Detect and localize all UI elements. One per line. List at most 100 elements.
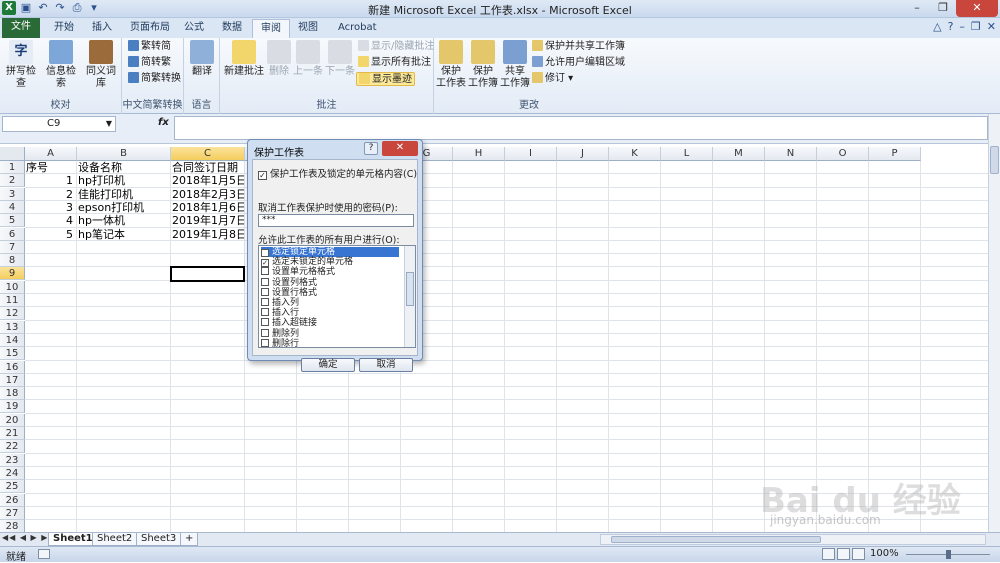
- permission-item[interactable]: 插入超链接: [261, 318, 399, 328]
- cell-c2[interactable]: 2018年1月5日: [172, 174, 244, 187]
- row-header-24[interactable]: 24: [0, 466, 25, 480]
- tab-review[interactable]: 审阅: [252, 19, 290, 38]
- permission-item[interactable]: 插入列: [261, 298, 399, 308]
- row-header-25[interactable]: 25: [0, 480, 25, 494]
- name-box-dropdown-icon[interactable]: ▼: [106, 117, 112, 131]
- column-header-h[interactable]: H: [453, 147, 505, 161]
- cell-c4[interactable]: 2018年1月6日: [172, 201, 244, 214]
- previous-comment-button[interactable]: 上一条: [292, 40, 324, 78]
- normal-view-icon[interactable]: [822, 548, 835, 560]
- workbook-close-icon[interactable]: ✕: [987, 20, 996, 33]
- permission-item[interactable]: 插入行: [261, 308, 399, 318]
- column-header-b[interactable]: B: [77, 147, 171, 161]
- row-header-7[interactable]: 7: [0, 240, 25, 254]
- row-header-2[interactable]: 2: [0, 174, 25, 188]
- protect-contents-checkbox[interactable]: ✓ 保护工作表及锁定的单元格内容(C): [258, 166, 417, 180]
- permission-checkbox[interactable]: [261, 328, 269, 337]
- cell-a1[interactable]: 序号: [26, 161, 76, 174]
- minimize-button[interactable]: –: [904, 0, 930, 17]
- sheet-tab-sheet3[interactable]: Sheet3: [136, 533, 182, 546]
- research-button[interactable]: 信息检索: [42, 40, 80, 90]
- row-header-16[interactable]: 16: [0, 360, 25, 374]
- cell-a6[interactable]: 5: [26, 228, 76, 241]
- tab-view[interactable]: 视图: [290, 19, 326, 38]
- column-header-p[interactable]: P: [869, 147, 921, 161]
- row-header-9[interactable]: 9: [0, 267, 25, 281]
- workbook-minimize-icon[interactable]: –: [959, 20, 965, 33]
- row-header-6[interactable]: 6: [0, 227, 25, 241]
- permission-item[interactable]: ✓ 选定锁定单元格: [261, 247, 399, 257]
- tab-data[interactable]: 数据: [214, 19, 250, 38]
- permission-item[interactable]: 删除行: [261, 338, 399, 347]
- row-header-12[interactable]: 12: [0, 307, 25, 321]
- row-header-5[interactable]: 5: [0, 214, 25, 228]
- permission-checkbox[interactable]: [261, 298, 269, 306]
- cell-b6[interactable]: hp笔记本: [78, 228, 170, 241]
- permission-checkbox[interactable]: ✓: [261, 259, 269, 268]
- row-header-22[interactable]: 22: [0, 440, 25, 454]
- cell-b2[interactable]: hp打印机: [78, 174, 170, 187]
- column-header-c[interactable]: C: [171, 147, 245, 161]
- horizontal-scroll-thumb[interactable]: [611, 536, 821, 543]
- share-workbook-button[interactable]: 共享 工作簿: [500, 40, 530, 90]
- select-all-corner[interactable]: [0, 147, 25, 161]
- page-layout-view-icon[interactable]: [837, 548, 850, 560]
- row-header-14[interactable]: 14: [0, 333, 25, 347]
- column-header-n[interactable]: N: [765, 147, 817, 161]
- permissions-scroll-thumb[interactable]: [406, 272, 414, 306]
- password-input[interactable]: ***: [258, 214, 414, 227]
- macro-record-icon[interactable]: [38, 549, 50, 559]
- restore-button[interactable]: ❐: [930, 0, 956, 17]
- permission-item[interactable]: 删除列: [261, 328, 399, 339]
- tab-page-layout[interactable]: 页面布局: [122, 19, 178, 38]
- cell-a2[interactable]: 1: [26, 174, 76, 187]
- row-header-19[interactable]: 19: [0, 400, 25, 414]
- insert-sheet-icon[interactable]: +: [180, 533, 199, 546]
- permission-checkbox[interactable]: [261, 267, 269, 276]
- next-comment-button[interactable]: 下一条: [324, 40, 356, 78]
- new-comment-button[interactable]: 新建批注: [222, 40, 266, 78]
- row-header-8[interactable]: 8: [0, 254, 25, 268]
- workbook-restore-icon[interactable]: ❐: [971, 20, 981, 33]
- column-header-i[interactable]: I: [505, 147, 557, 161]
- ok-button[interactable]: 确定: [301, 358, 355, 372]
- page-break-view-icon[interactable]: [852, 548, 865, 560]
- show-ink-button[interactable]: 显示墨迹: [356, 72, 415, 86]
- tab-home[interactable]: 开始: [46, 19, 82, 38]
- permission-checkbox[interactable]: ✓: [261, 249, 269, 257]
- protect-contents-check-icon[interactable]: ✓: [258, 171, 267, 180]
- tab-insert[interactable]: 插入: [84, 19, 120, 38]
- help-icon[interactable]: ?: [948, 20, 954, 33]
- cell-b4[interactable]: epson打印机: [78, 201, 170, 214]
- protect-share-workbook-button[interactable]: 保护并共享工作簿: [532, 40, 625, 54]
- horizontal-scrollbar[interactable]: [600, 534, 986, 545]
- row-header-18[interactable]: 18: [0, 387, 25, 401]
- show-hide-comment-button[interactable]: 显示/隐藏批注: [358, 40, 434, 54]
- column-header-k[interactable]: K: [609, 147, 661, 161]
- cell-c1[interactable]: 合同签订日期: [172, 161, 244, 174]
- dialog-close-button[interactable]: ✕: [382, 141, 418, 156]
- permissions-scrollbar[interactable]: [404, 246, 415, 347]
- ribbon-minimize-icon[interactable]: △: [933, 20, 941, 33]
- show-all-comments-button[interactable]: 显示所有批注: [358, 56, 431, 70]
- column-header-a[interactable]: A: [25, 147, 77, 161]
- formula-input[interactable]: [174, 116, 988, 140]
- row-header-23[interactable]: 23: [0, 453, 25, 467]
- cell-c5[interactable]: 2019年1月7日: [172, 214, 244, 227]
- tab-formulas[interactable]: 公式: [176, 19, 212, 38]
- row-header-17[interactable]: 17: [0, 373, 25, 387]
- close-button[interactable]: ✕: [956, 0, 998, 17]
- cancel-button[interactable]: 取消: [359, 358, 413, 372]
- spell-check-button[interactable]: 字 拼写检查: [2, 40, 40, 90]
- delete-comment-button[interactable]: 删除: [266, 40, 292, 78]
- row-header-3[interactable]: 3: [0, 187, 25, 201]
- row-header-26[interactable]: 26: [0, 493, 25, 507]
- cell-c3[interactable]: 2018年2月3日: [172, 188, 244, 201]
- sheet-tab-sheet2[interactable]: Sheet2: [92, 533, 138, 546]
- track-changes-button[interactable]: 修订 ▾: [532, 72, 573, 86]
- insert-function-icon[interactable]: fx: [158, 117, 169, 128]
- permission-item[interactable]: 设置单元格格式: [261, 267, 399, 277]
- permission-item[interactable]: 设置行格式: [261, 287, 399, 298]
- sheet-tab-sheet1[interactable]: Sheet1: [48, 533, 98, 546]
- allow-edit-ranges-button[interactable]: 允许用户编辑区域: [532, 56, 625, 70]
